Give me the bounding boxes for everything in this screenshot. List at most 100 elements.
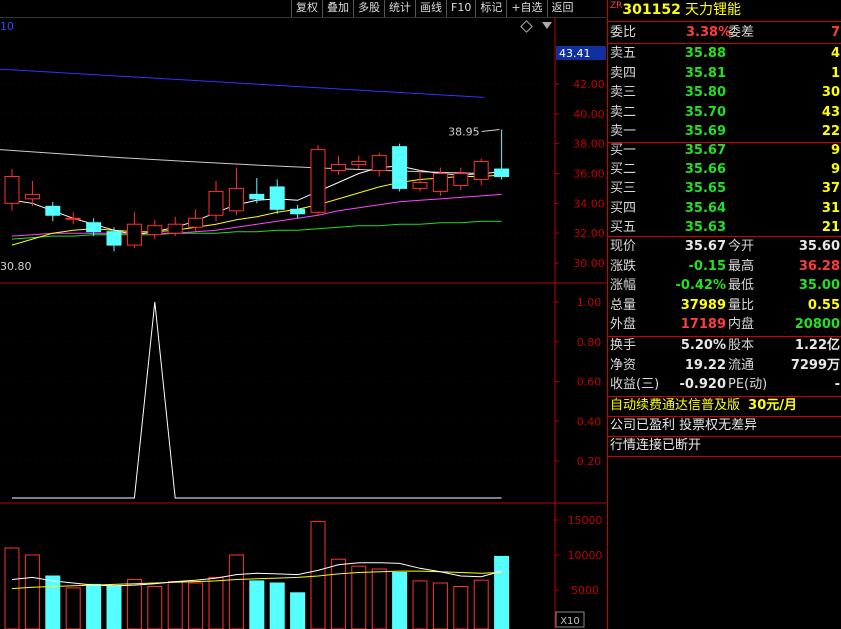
bid-volume: 9 <box>830 143 840 158</box>
quote-label: 总量 <box>610 297 637 313</box>
candle-body <box>228 187 244 212</box>
volume-bar <box>330 558 346 629</box>
ask-row: 卖四 35.81 1 <box>610 64 841 84</box>
candle-body <box>126 223 142 246</box>
volume-bar <box>147 586 163 629</box>
quote-row: 涨跌 -0.15 最高 36.28 <box>610 257 841 277</box>
ask-price: 35.80 <box>684 85 726 101</box>
bid-volume: 37 <box>821 181 840 197</box>
bid-volume: 31 <box>821 200 840 216</box>
bid-price: 35.67 <box>684 143 726 158</box>
ask-price: 35.69 <box>684 124 726 140</box>
stock-code: 301152 <box>622 2 681 18</box>
bid-row: 买四 35.64 31 <box>610 199 841 219</box>
ma-long-blue <box>0 68 485 98</box>
bid-label: 买二 <box>610 162 637 178</box>
bid-row: 买一 35.67 9 <box>610 141 841 161</box>
bid-volume: 21 <box>821 219 840 235</box>
quote-row: 现价 35.67 今开 35.60 <box>610 237 841 257</box>
candle-body <box>147 225 163 236</box>
fund-value: 7299万 <box>790 357 840 373</box>
candle-body <box>351 161 367 166</box>
stock-name: 天力锂能 <box>685 2 742 18</box>
dropdown-triangle-icon[interactable] <box>542 22 552 29</box>
candle-body <box>290 208 306 215</box>
volume-bar <box>494 555 510 629</box>
price-tick-label: 30.00 <box>573 257 605 270</box>
fund-label: 股本 <box>728 338 755 353</box>
volume-bar <box>45 575 61 629</box>
ask-row: 卖三 35.80 30 <box>610 83 841 103</box>
ma-long-gray <box>0 149 485 174</box>
fund-row: 收益(三) -0.920 PE(动) - <box>610 375 841 395</box>
ask-volume: 30 <box>821 85 840 101</box>
bid-price: 35.65 <box>684 181 726 197</box>
volume-bar <box>269 582 285 629</box>
ad-price: 30元/月 <box>748 398 797 413</box>
volume-unit-label: X10 <box>560 616 580 627</box>
fund-label: PE(动) <box>728 377 768 392</box>
indicator-tick-label: 1.00 <box>577 296 602 309</box>
ask-price: 35.70 <box>684 104 726 120</box>
ask-label: 卖一 <box>610 124 637 140</box>
quote-label: 涨幅 <box>610 278 637 293</box>
candle-body <box>86 222 102 233</box>
bid-row: 买三 35.65 37 <box>610 179 841 199</box>
top-left-label: 10 <box>0 20 14 33</box>
fund-value: 1.22亿 <box>794 338 840 353</box>
volume-bar <box>24 554 40 629</box>
kline-chart[interactable]: 42.00 40.00 38.00 36.00 34.00 32.00 30.00 43.41… <box>0 0 606 629</box>
volume-tick-label: 10000 <box>568 549 603 562</box>
price-tick-label: 40.00 <box>573 108 605 121</box>
fund-value: - <box>834 377 840 392</box>
indicator-tick-label: 0.40 <box>577 415 602 428</box>
candle-body <box>4 175 20 204</box>
volume-bar <box>412 580 428 629</box>
volume-tick-label: 5000 <box>571 584 599 597</box>
divider <box>608 21 841 22</box>
weibi-row: 委比 3.38% 委差 7 <box>610 23 841 43</box>
volume-bar <box>167 581 183 629</box>
ask-label: 卖三 <box>610 85 637 101</box>
ask-price: 35.81 <box>684 65 726 81</box>
quote-label: 现价 <box>610 239 637 254</box>
candle-body <box>106 231 122 246</box>
candle-body <box>412 181 428 189</box>
candle-body <box>24 193 40 200</box>
ask-volume: 22 <box>821 124 840 140</box>
notice-profit: 公司已盈利 投票权无差异 <box>610 418 758 433</box>
price-tick-label: 42.00 <box>573 78 605 91</box>
volume-bar <box>473 579 489 629</box>
ask-volume: 1 <box>830 65 840 81</box>
fund-value: 19.22 <box>684 357 726 373</box>
volume-bar <box>290 592 306 629</box>
fund-row: 换手 5.20% 股本 1.22亿 <box>610 336 841 356</box>
volume-bar <box>351 565 367 629</box>
ask-row: 卖二 35.70 43 <box>610 103 841 123</box>
indicator-tick-label: 0.60 <box>577 376 602 389</box>
candle-body <box>371 155 387 172</box>
candle-body <box>45 205 61 216</box>
candle-body <box>208 190 224 216</box>
weibi-value: 3.38% <box>686 25 732 40</box>
ad-banner[interactable]: 自动续费通达信普及版 30元/月 <box>610 396 797 416</box>
bid-price: 35.66 <box>684 162 726 178</box>
quote-value: 36.28 <box>798 258 840 274</box>
price-tick-label: 38.00 <box>573 138 605 151</box>
ask-row: 卖一 35.69 22 <box>610 122 841 142</box>
ask-label: 卖四 <box>610 65 637 81</box>
volume-bar <box>86 583 102 629</box>
volume-bar <box>126 579 142 629</box>
fund-value: 5.20% <box>680 338 726 353</box>
bid-volume: 9 <box>830 162 840 178</box>
candle-body <box>392 146 408 189</box>
ask-price: 35.88 <box>684 46 726 61</box>
quote-value: 20800 <box>794 317 840 332</box>
quote-value: 35.00 <box>798 278 840 293</box>
candle-body <box>65 217 81 220</box>
bid-label: 买三 <box>610 181 637 197</box>
price-tick-label: 34.00 <box>573 197 605 210</box>
ask-label: 卖二 <box>610 104 637 120</box>
volume-bar <box>208 576 224 629</box>
quote-label: 外盘 <box>610 317 637 332</box>
